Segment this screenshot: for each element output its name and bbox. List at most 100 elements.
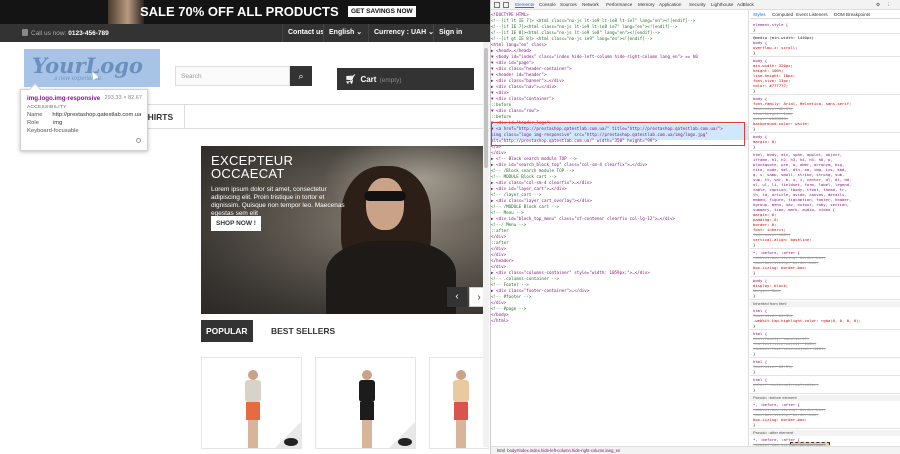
- rule-separator: [750, 56, 900, 57]
- tab-performance[interactable]: Performance: [606, 2, 632, 7]
- css-rule-line[interactable]: element.style {: [753, 22, 788, 27]
- product-card[interactable]: [429, 357, 489, 449]
- css-rule-line[interactable]: }: [753, 387, 755, 392]
- product-image: [448, 370, 474, 448]
- inspect-element-icon[interactable]: [494, 2, 500, 8]
- css-rule-line[interactable]: overflow-x: scroll;: [753, 45, 798, 50]
- slide-text: Lorem ipsum dolor sit amet, consectetur …: [211, 186, 345, 217]
- slide-model-face: [366, 178, 404, 230]
- tab-application[interactable]: Application: [659, 2, 681, 7]
- rule-separator: [750, 299, 900, 300]
- tab-network[interactable]: Network: [582, 2, 599, 7]
- css-rule-line[interactable]: -webkit-text-size-adjust: 100%;: [753, 346, 826, 351]
- call-label: Call us now:: [31, 30, 67, 37]
- css-rule-line[interactable]: }: [753, 27, 755, 32]
- more-options-icon[interactable]: ⋮: [886, 2, 891, 8]
- rule-separator: [750, 132, 900, 133]
- css-rule-line[interactable]: }: [753, 270, 755, 275]
- figure-top: [359, 380, 375, 402]
- site-logo[interactable]: YourLogo a new experience: [24, 49, 160, 87]
- settings-icon[interactable]: ⚙: [876, 2, 880, 8]
- elements-tree[interactable]: <!DOCTYPE HTML> <!--[if lt IE 7]> <html c…: [491, 10, 749, 446]
- css-rule-line[interactable]: }: [753, 242, 755, 247]
- styles-tabs: Styles Computed Event Listeners DOM Brea…: [750, 10, 900, 19]
- css-rule-line[interactable]: }: [753, 351, 755, 356]
- tooltip-row-label: Role: [27, 120, 39, 126]
- tooltip-row-label: Keyboard-focusable: [27, 128, 79, 134]
- scrollbar-thumb[interactable]: [484, 48, 488, 168]
- dom-node-line[interactable]: </html>: [491, 318, 509, 324]
- css-rule-line[interactable]: font-size: 62.5%;: [753, 364, 793, 369]
- css-rule-line[interactable]: box-sizing: border-box;: [753, 265, 807, 270]
- css-rule-line[interactable]: }: [753, 293, 755, 298]
- tab-computed[interactable]: Computed: [772, 12, 793, 17]
- figure-legs: [456, 420, 466, 448]
- language-selector[interactable]: English ⌄: [323, 24, 367, 42]
- phone-info: Call us now: 0123-456-789: [22, 29, 109, 37]
- search-input[interactable]: Search: [175, 66, 290, 86]
- phone-number: 0123-456-789: [68, 30, 109, 37]
- css-rule-line[interactable]: background-color: white;: [753, 121, 809, 126]
- css-rule-line[interactable]: color: -internal-root-color;: [753, 382, 819, 387]
- inspect-tooltip: img.logo.img-responsive 293.33 × 82.67 A…: [20, 83, 148, 151]
- styles-pane[interactable]: Styles Computed Event Listeners DOM Brea…: [750, 10, 900, 446]
- tab-dom-breakpoints[interactable]: DOM Breakpoints: [834, 12, 870, 17]
- css-rule-line[interactable]: box-sizing: border-box;: [753, 417, 807, 422]
- product-card[interactable]: [201, 357, 302, 449]
- figure-head: [362, 370, 372, 380]
- css-rule-line[interactable]: }: [753, 50, 755, 55]
- breadcrumb-body[interactable]: body#index.index.hide-left-column.hide-r…: [507, 448, 620, 453]
- cart-label: Cart: [360, 75, 377, 84]
- promo-banner[interactable]: SALE 70% OFF ALL PRODUCTS GET SAVINGS NO…: [0, 0, 490, 24]
- tab-security[interactable]: Security: [689, 2, 706, 7]
- currency-selector[interactable]: Currency : UAH ⌄: [368, 24, 439, 42]
- css-rule-line[interactable]: margin: 8px;: [753, 288, 781, 293]
- search-button[interactable]: ⌕: [290, 66, 312, 86]
- quick-view-icon[interactable]: [398, 438, 412, 446]
- sign-in-link[interactable]: Sign in: [433, 24, 467, 42]
- css-rule-line[interactable]: margin: 0;: [753, 139, 776, 144]
- tab-styles[interactable]: Styles: [753, 12, 766, 17]
- rule-separator: [750, 33, 900, 34]
- shop-now-button[interactable]: SHOP NOW !: [211, 216, 261, 231]
- css-rule-line[interactable]: -webkit-tap-highlight-color: rgba(0, 0, …: [753, 318, 861, 323]
- tab-adblock[interactable]: AdBlock: [737, 2, 754, 7]
- quick-view-icon[interactable]: [284, 438, 298, 446]
- css-rule-line[interactable]: color: #777777;: [753, 83, 788, 88]
- get-savings-button[interactable]: GET SAVINGS NOW: [348, 6, 416, 17]
- breadcrumb-html[interactable]: html: [497, 448, 505, 453]
- tab-popular[interactable]: POPULAR: [201, 320, 253, 342]
- rule-separator: [750, 150, 900, 151]
- slider-prev-button[interactable]: ‹: [447, 287, 467, 307]
- css-rule-line[interactable]: vertical-align: baseline;: [753, 237, 812, 242]
- tab-elements[interactable]: Elements: [515, 2, 535, 8]
- page-scrollbar[interactable]: [483, 42, 489, 447]
- css-rule-line[interactable]: }: [753, 144, 755, 149]
- css-rule-line[interactable]: }: [753, 323, 755, 328]
- figure-legs: [248, 420, 258, 448]
- css-rule-line[interactable]: }: [753, 369, 755, 374]
- figure-top: [453, 380, 469, 402]
- home-slider[interactable]: EXCEPTEUR OCCAECAT Lorem ipsum dolor sit …: [201, 146, 489, 314]
- css-rule-line[interactable]: }: [753, 88, 755, 93]
- logo-text: YourLogo: [32, 53, 143, 78]
- device-toolbar-icon[interactable]: [503, 2, 509, 8]
- dom-breadcrumb[interactable]: html body#index.index.hide-left-column.h…: [491, 446, 900, 454]
- css-rule-line[interactable]: }: [753, 126, 755, 131]
- menu-divider: [184, 105, 185, 129]
- tooltip-dimensions: 293.33 × 82.67: [104, 95, 142, 101]
- shop-viewport: SALE 70% OFF ALL PRODUCTS GET SAVINGS NO…: [0, 0, 490, 454]
- tab-best-sellers[interactable]: BEST SELLERS: [271, 326, 335, 336]
- tooltip-row-keyboard: Keyboard-focusable: [27, 128, 141, 134]
- highlight-annotation-box: [491, 122, 745, 146]
- tooltip-row-name: Name http://prestashop.qatestlab.com.ua/: [27, 112, 141, 118]
- tab-event-listeners[interactable]: Event Listeners: [796, 12, 828, 17]
- tab-sources[interactable]: Sources: [560, 2, 577, 7]
- tab-lighthouse[interactable]: Lighthouse: [711, 2, 733, 7]
- tab-console[interactable]: Console: [539, 2, 556, 7]
- product-card[interactable]: [315, 357, 416, 449]
- tab-memory[interactable]: Memory: [638, 2, 655, 7]
- css-rule-line[interactable]: }: [753, 422, 755, 427]
- cart-button[interactable]: 🛒︎ Cart (empty): [337, 68, 474, 90]
- not-focusable-icon: [136, 138, 141, 143]
